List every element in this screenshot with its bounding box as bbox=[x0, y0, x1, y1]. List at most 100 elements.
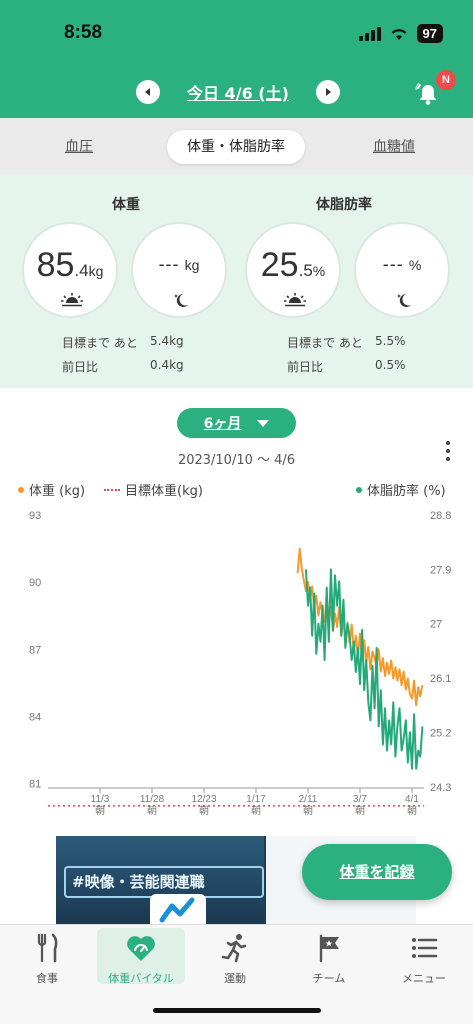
y-left-tick-label: 90 bbox=[29, 577, 41, 589]
status-icons: 97 bbox=[358, 24, 443, 43]
more-options-icon[interactable] bbox=[444, 441, 452, 461]
heart-gauge-icon bbox=[127, 936, 155, 961]
body-fat-title: 体脂肪率 bbox=[316, 197, 372, 213]
summary-panel: 体重 体脂肪率 85.4kg --- kg 25.5% --- % 目標まで あ… bbox=[0, 174, 473, 388]
legend-body-fat-marker bbox=[356, 486, 362, 493]
weight-night-unit: kg bbox=[184, 257, 200, 273]
body-fat-night-value: --- bbox=[382, 254, 404, 274]
body-fat-morning-int: 25 bbox=[260, 246, 299, 284]
nav-meal-label: 食事 bbox=[36, 972, 58, 985]
notification-badge: N bbox=[436, 70, 456, 90]
nav-menu[interactable]: メニュー bbox=[380, 928, 468, 985]
y-right-tick-label: 25.2 bbox=[430, 727, 451, 739]
y-left-tick-label: 84 bbox=[29, 711, 41, 723]
x-tick-sublabel: 朝 bbox=[407, 805, 417, 817]
weight-night-value: --- bbox=[158, 254, 180, 274]
weight-morning-dec: .4 bbox=[74, 261, 89, 280]
tab-blood-sugar[interactable]: 血糖値 bbox=[358, 130, 430, 164]
ad-logo-mark-icon bbox=[159, 897, 195, 923]
body-fat-goal-label: 目標まで あと bbox=[287, 336, 363, 350]
date-range: 2023/10/10 〜 4/6 bbox=[177, 453, 296, 468]
sunrise-icon bbox=[284, 293, 306, 307]
period-label: 6ヶ月 bbox=[203, 416, 242, 432]
nav-meal[interactable]: 食事 bbox=[3, 928, 91, 985]
y-right-tick-label: 24.3 bbox=[430, 782, 451, 794]
nav-menu-label: メニュー bbox=[402, 972, 446, 985]
nav-exercise[interactable]: 運動 bbox=[191, 928, 279, 985]
home-indicator bbox=[153, 1008, 321, 1013]
legend-target-marker bbox=[104, 488, 120, 491]
body-fat-morning-dec: .5 bbox=[298, 261, 313, 280]
legend-body-fat: 体脂肪率 (%) bbox=[356, 480, 446, 499]
weight-diff-value: 0.4kg bbox=[150, 358, 184, 372]
weight-morning-card[interactable]: 85.4kg bbox=[22, 222, 118, 318]
weight-diff-label: 前日比 bbox=[62, 360, 99, 374]
weight-title: 体重 bbox=[112, 197, 140, 213]
weight-goal-value: 5.4kg bbox=[150, 334, 184, 348]
y-left-tick-label: 87 bbox=[29, 644, 41, 656]
fork-knife-icon bbox=[37, 933, 58, 963]
moon-icon bbox=[397, 294, 411, 307]
x-tick-sublabel: 朝 bbox=[95, 805, 105, 817]
body-fat-night-unit: % bbox=[408, 257, 422, 273]
body-fat-diff-value: 0.5% bbox=[375, 358, 406, 372]
legend-weight: 体重 (kg) bbox=[18, 480, 85, 499]
x-tick-label: 11/3 bbox=[91, 794, 110, 805]
ad-logo bbox=[150, 894, 206, 924]
weight-morning-unit: kg bbox=[88, 263, 104, 279]
x-tick-label: 2/11 bbox=[299, 794, 318, 805]
x-tick-sublabel: 朝 bbox=[251, 805, 261, 817]
y-left-tick-label: 93 bbox=[29, 510, 41, 522]
body-fat-goal-value: 5.5% bbox=[375, 334, 406, 348]
weight-night-card[interactable]: --- kg bbox=[131, 222, 227, 318]
legend-target: 目標体重(kg) bbox=[104, 480, 203, 499]
x-tick-sublabel: 朝 bbox=[355, 805, 365, 817]
nav-exercise-label: 運動 bbox=[224, 972, 246, 985]
body-fat-series-line bbox=[304, 568, 424, 770]
date-navigator: 今日 4/6 (土) bbox=[136, 78, 340, 106]
y-right-tick-label: 27 bbox=[430, 619, 442, 631]
x-tick-sublabel: 朝 bbox=[303, 805, 313, 817]
legend-weight-marker bbox=[18, 486, 24, 493]
chevron-left-icon bbox=[145, 88, 150, 96]
x-tick-label: 12/23 bbox=[191, 794, 216, 805]
legend-body-fat-label: 体脂肪率 (%) bbox=[367, 484, 446, 499]
tab-blood-pressure[interactable]: 血圧 bbox=[44, 130, 114, 164]
flag-icon bbox=[319, 934, 339, 963]
body-fat-morning-unit: % bbox=[312, 263, 326, 279]
moon-icon bbox=[174, 294, 188, 307]
x-tick-label: 11/28 bbox=[140, 794, 165, 805]
x-tick-sublabel: 朝 bbox=[147, 805, 157, 817]
nav-weight-vital[interactable]: 体重バイタル bbox=[97, 928, 185, 985]
x-tick-label: 3/7 bbox=[353, 794, 367, 805]
chevron-right-icon bbox=[325, 88, 331, 96]
battery-indicator: 97 bbox=[416, 24, 443, 43]
record-weight-button[interactable]: 体重を記録 bbox=[302, 844, 452, 900]
wifi-icon bbox=[391, 28, 406, 40]
tab-weight-body-fat[interactable]: 体重・体脂肪率 bbox=[167, 130, 305, 164]
current-date[interactable]: 今日 4/6 (土) bbox=[187, 80, 289, 104]
x-tick-label: 4/1 bbox=[405, 794, 419, 805]
body-fat-diff-label: 前日比 bbox=[287, 360, 324, 374]
legend-weight-label: 体重 (kg) bbox=[29, 484, 86, 499]
next-day-button[interactable] bbox=[315, 80, 340, 104]
menu-list-icon bbox=[412, 938, 438, 958]
status-time: 8:58 bbox=[64, 22, 103, 43]
sunrise-icon bbox=[61, 293, 83, 307]
y-right-tick-label: 28.8 bbox=[430, 510, 451, 522]
y-right-tick-label: 26.1 bbox=[430, 673, 451, 685]
body-fat-night-card[interactable]: --- % bbox=[354, 222, 450, 318]
previous-day-button[interactable] bbox=[136, 80, 160, 104]
y-left-tick-label: 81 bbox=[29, 779, 41, 791]
period-selector[interactable]: 6ヶ月 bbox=[177, 408, 296, 438]
runner-icon bbox=[221, 934, 247, 963]
x-tick-label: 1/17 bbox=[246, 794, 266, 805]
nav-team[interactable]: チーム bbox=[285, 928, 373, 985]
app-header: 8:58 97 今日 4/6 (土) N bbox=[0, 0, 473, 118]
legend-target-label: 目標体重(kg) bbox=[125, 484, 203, 499]
body-fat-morning-card[interactable]: 25.5% bbox=[245, 222, 341, 318]
dropdown-triangle-icon bbox=[257, 419, 270, 427]
weight-body-fat-chart: 939087848128.827.92726.125.224.311/3朝11/… bbox=[29, 510, 451, 817]
y-right-tick-label: 27.9 bbox=[430, 564, 451, 576]
weight-morning-int: 85 bbox=[36, 246, 75, 284]
